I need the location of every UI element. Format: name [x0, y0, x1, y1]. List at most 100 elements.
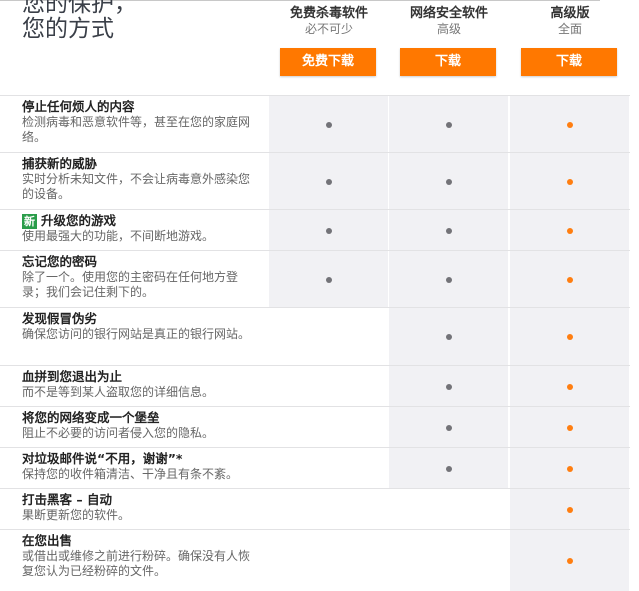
- feature-title-line: 新升级您的游戏: [22, 213, 257, 229]
- feature-row: 发现假冒伪劣 确保您访问的银行网站是真正的银行网站。: [0, 307, 630, 366]
- feature-title-line: 停止任何烦人的内容: [22, 99, 257, 115]
- feature-cell: [269, 210, 388, 251]
- new-badge: 新: [22, 214, 37, 229]
- title-line-2: 您的方式: [22, 16, 114, 42]
- feature-title-line: 血拼到您退出为止: [22, 369, 257, 385]
- feature-info: 发现假冒伪劣 确保您访问的银行网站是真正的银行网站。: [22, 311, 257, 342]
- download-button[interactable]: 免费下载: [280, 48, 376, 76]
- feature-title-line: 在您出售: [22, 533, 257, 549]
- feature-row: 在您出售 或借出或维修之前进行粉碎。确保没有人恢复您认为已经粉碎的文件。: [0, 529, 630, 591]
- feature-cell: [269, 407, 388, 448]
- feature-info: 在您出售 或借出或维修之前进行粉碎。确保没有人恢复您认为已经粉碎的文件。: [22, 533, 257, 579]
- included-dot-icon: [566, 121, 573, 128]
- included-dot-icon: [566, 383, 573, 390]
- feature-cell: [389, 489, 508, 530]
- plan-header: 高级版 全面: [510, 6, 630, 36]
- included-dot-icon: [566, 506, 573, 513]
- feature-cell: [510, 366, 629, 407]
- feature-description: 阻止不必要的访问者侵入您的隐私。: [22, 426, 215, 440]
- feature-title: 打击黑客 – 自动: [22, 492, 112, 507]
- plan-header: 网络安全软件 高级: [389, 6, 509, 36]
- feature-row: 捕获新的威胁 实时分析未知文件，不会让病毒意外感染您的设备。: [0, 152, 630, 210]
- feature-cell: [510, 96, 629, 153]
- plan-name: 高级版: [550, 6, 590, 21]
- included-dot-icon: [445, 424, 452, 431]
- feature-title-line: 发现假冒伪劣: [22, 311, 257, 327]
- feature-description: 除了一个。使用您的主密码在任何地方登录；我们会记住剩下的。: [22, 270, 239, 299]
- included-dot-icon: [445, 276, 452, 283]
- included-dot-icon: [325, 178, 332, 185]
- feature-title: 升级您的游戏: [41, 213, 117, 228]
- feature-cell: [510, 251, 629, 308]
- feature-description: 果断更新您的软件。: [22, 508, 131, 522]
- feature-info: 停止任何烦人的内容 检测病毒和恶意软件等，甚至在您的家庭网络。: [22, 99, 257, 145]
- feature-row: 打击黑客 – 自动 果断更新您的软件。: [0, 488, 630, 530]
- feature-title-line: 将您的网络变成一个堡垒: [22, 410, 257, 426]
- included-dot-icon: [445, 465, 452, 472]
- feature-title-line: 忘记您的密码: [22, 254, 257, 270]
- feature-info: 对垃圾邮件说“不用，谢谢”* 保持您的收件箱清洁、干净且有条不紊。: [22, 451, 257, 482]
- included-dot-icon: [445, 121, 452, 128]
- feature-cell: [510, 308, 629, 366]
- plan-subtitle: 全面: [557, 22, 582, 36]
- feature-info: 将您的网络变成一个堡垒 阻止不必要的访问者侵入您的隐私。: [22, 410, 257, 441]
- included-dot-icon: [566, 334, 573, 340]
- feature-info: 新升级您的游戏 使用最强大的功能，不间断地游戏。: [22, 213, 257, 244]
- included-dot-icon: [445, 334, 452, 340]
- feature-row: 将您的网络变成一个堡垒 阻止不必要的访问者侵入您的隐私。: [0, 406, 630, 448]
- included-dot-icon: [325, 227, 332, 234]
- included-dot-icon: [566, 276, 573, 283]
- feature-cell: [389, 448, 508, 489]
- included-dot-icon: [566, 424, 573, 431]
- plan-name: 免费杀毒软件: [289, 6, 368, 21]
- included-dot-icon: [325, 276, 332, 283]
- feature-title: 捕获新的威胁: [22, 156, 98, 171]
- feature-description: 使用最强大的功能，不间断地游戏。: [22, 229, 215, 243]
- feature-cell: [269, 489, 388, 530]
- feature-cell: [510, 489, 629, 530]
- feature-cell: [389, 530, 508, 591]
- feature-description: 检测病毒和恶意软件等，甚至在您的家庭网络。: [22, 115, 251, 144]
- feature-description: 确保您访问的银行网站是真正的银行网站。: [22, 327, 251, 341]
- feature-info: 打击黑客 – 自动 果断更新您的软件。: [22, 492, 257, 523]
- feature-title: 忘记您的密码: [22, 254, 98, 269]
- included-dot-icon: [566, 465, 573, 472]
- feature-description: 而不是等到某人盗取您的详细信息。: [22, 385, 215, 399]
- included-dot-icon: [445, 178, 452, 185]
- feature-cell: [389, 407, 508, 448]
- feature-cell: [269, 308, 388, 366]
- feature-cell: [269, 96, 388, 153]
- feature-cell: [510, 210, 629, 251]
- plan-subtitle: 高级: [436, 22, 461, 36]
- feature-cell: [269, 448, 388, 489]
- feature-description: 实时分析未知文件，不会让病毒意外感染您的设备。: [22, 172, 251, 201]
- feature-title-line: 打击黑客 – 自动: [22, 492, 257, 508]
- download-button[interactable]: 下载: [400, 48, 496, 76]
- feature-description: 保持您的收件箱清洁、干净且有条不紊。: [22, 467, 239, 481]
- feature-cell: [269, 153, 388, 210]
- feature-row: 血拼到您退出为止 而不是等到某人盗取您的详细信息。: [0, 365, 630, 407]
- plan-name: 网络安全软件: [409, 6, 488, 21]
- feature-info: 血拼到您退出为止 而不是等到某人盗取您的详细信息。: [22, 369, 257, 400]
- feature-title: 对垃圾邮件说“不用，谢谢”*: [22, 451, 183, 466]
- included-dot-icon: [566, 227, 573, 234]
- feature-row: 对垃圾邮件说“不用，谢谢”* 保持您的收件箱清洁、干净且有条不紊。: [0, 447, 630, 489]
- download-button[interactable]: 下载: [521, 48, 617, 76]
- feature-title: 血拼到您退出为止: [22, 369, 123, 384]
- feature-cell: [389, 366, 508, 407]
- feature-info: 捕获新的威胁 实时分析未知文件，不会让病毒意外感染您的设备。: [22, 156, 257, 202]
- feature-cell: [269, 366, 388, 407]
- feature-cell: [510, 153, 629, 210]
- page-title: 您的保护， 您的方式: [22, 0, 137, 42]
- feature-row: 停止任何烦人的内容 检测病毒和恶意软件等，甚至在您的家庭网络。: [0, 95, 630, 153]
- feature-title-line: 对垃圾邮件说“不用，谢谢”*: [22, 451, 257, 467]
- feature-cell: [269, 530, 388, 591]
- feature-title: 发现假冒伪劣: [22, 311, 98, 326]
- feature-title: 停止任何烦人的内容: [22, 99, 135, 114]
- plan-header: 免费杀毒软件 必不可少: [269, 6, 389, 36]
- feature-title: 在您出售: [22, 533, 73, 548]
- feature-cell: [389, 251, 508, 308]
- feature-cell: [389, 210, 508, 251]
- feature-cell: [510, 407, 629, 448]
- feature-cell: [389, 153, 508, 210]
